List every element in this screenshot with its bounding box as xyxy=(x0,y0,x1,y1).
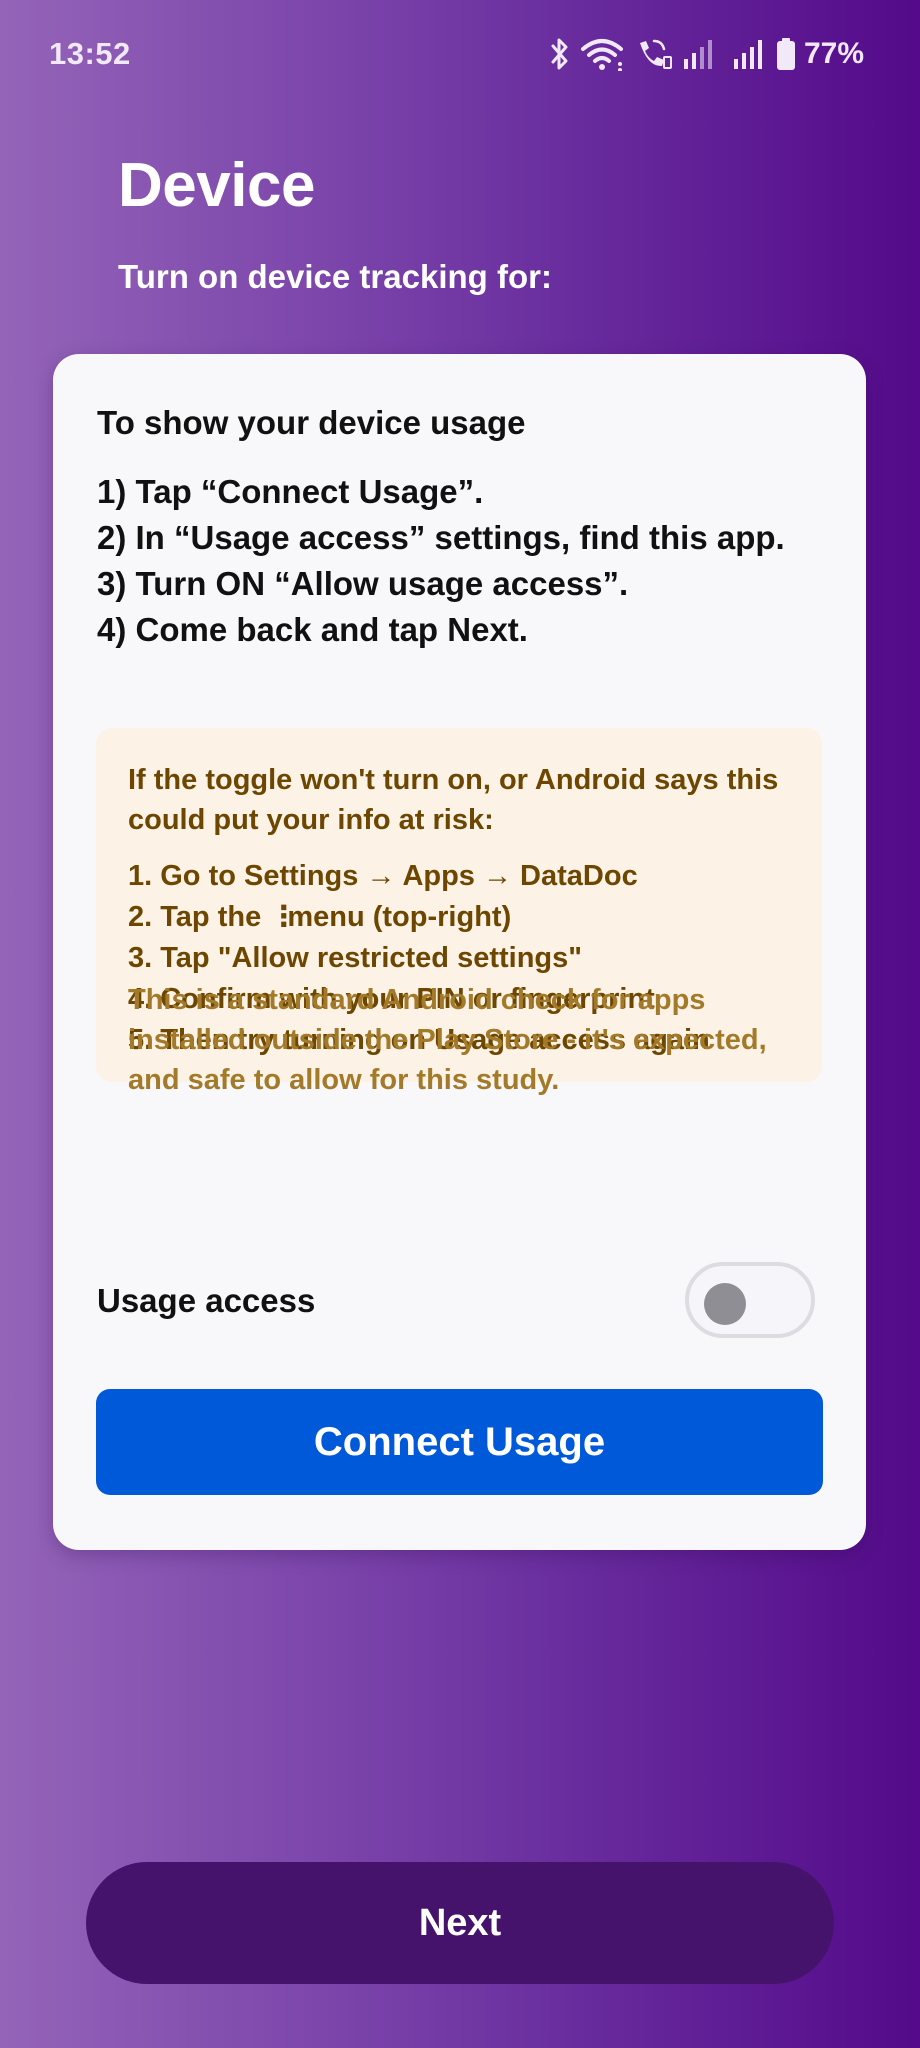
next-button[interactable]: Next xyxy=(86,1862,834,1984)
page-subtitle: Turn on device tracking for: xyxy=(118,258,552,295)
status-icons: 77% xyxy=(550,34,864,74)
instruction-step: 2) In “Usage access” settings, find this… xyxy=(97,519,785,556)
connect-usage-button[interactable]: Connect Usage xyxy=(96,1389,823,1495)
page-title: Device xyxy=(118,151,315,220)
notice-step-text: menu (top-right) xyxy=(287,901,512,933)
bluetooth-icon xyxy=(550,37,570,71)
signal-icon xyxy=(732,37,766,71)
notice-step: 3. Tap "Allow restricted settings" xyxy=(128,942,583,974)
toggle-knob xyxy=(704,1283,746,1325)
notice-title: If the toggle won't turn on, or Android … xyxy=(128,764,779,836)
battery-icon xyxy=(776,37,796,71)
instruction-step: 4) Come back and tap Next. xyxy=(97,611,528,648)
restricted-settings-notice: If the toggle won't turn on, or Android … xyxy=(96,728,822,1096)
battery-percent: 77% xyxy=(803,37,864,70)
notice-step-text: 2. Tap the xyxy=(128,901,262,933)
status-time: 13:52 xyxy=(49,36,131,71)
usage-access-label: Usage access xyxy=(97,1282,316,1319)
wifi-icon xyxy=(580,37,624,71)
signal-icon xyxy=(682,37,716,71)
usage-access-toggle[interactable] xyxy=(685,1262,815,1338)
instruction-step: 3) Turn ON “Allow usage access”. xyxy=(97,565,629,602)
notice-step: 2. Tap the ⋮ menu (top-right) xyxy=(128,897,710,938)
notice-step: 1. Go to Settings → Apps → DataDoc xyxy=(128,860,638,892)
instruction-steps: 1) Tap “Connect Usage”. 2) In “Usage acc… xyxy=(97,469,827,653)
card-heading: To show your device usage xyxy=(97,404,526,441)
notice-note: This is a standard Android check for app… xyxy=(128,984,767,1096)
kebab-menu-icon: ⋮ xyxy=(269,901,299,933)
wifi-calling-icon xyxy=(634,37,672,71)
instruction-step: 1) Tap “Connect Usage”. xyxy=(97,473,484,510)
status-bar: 13:52 77% xyxy=(0,0,920,106)
instructions-card: To show your device usage 1) Tap “Connec… xyxy=(53,354,866,1550)
